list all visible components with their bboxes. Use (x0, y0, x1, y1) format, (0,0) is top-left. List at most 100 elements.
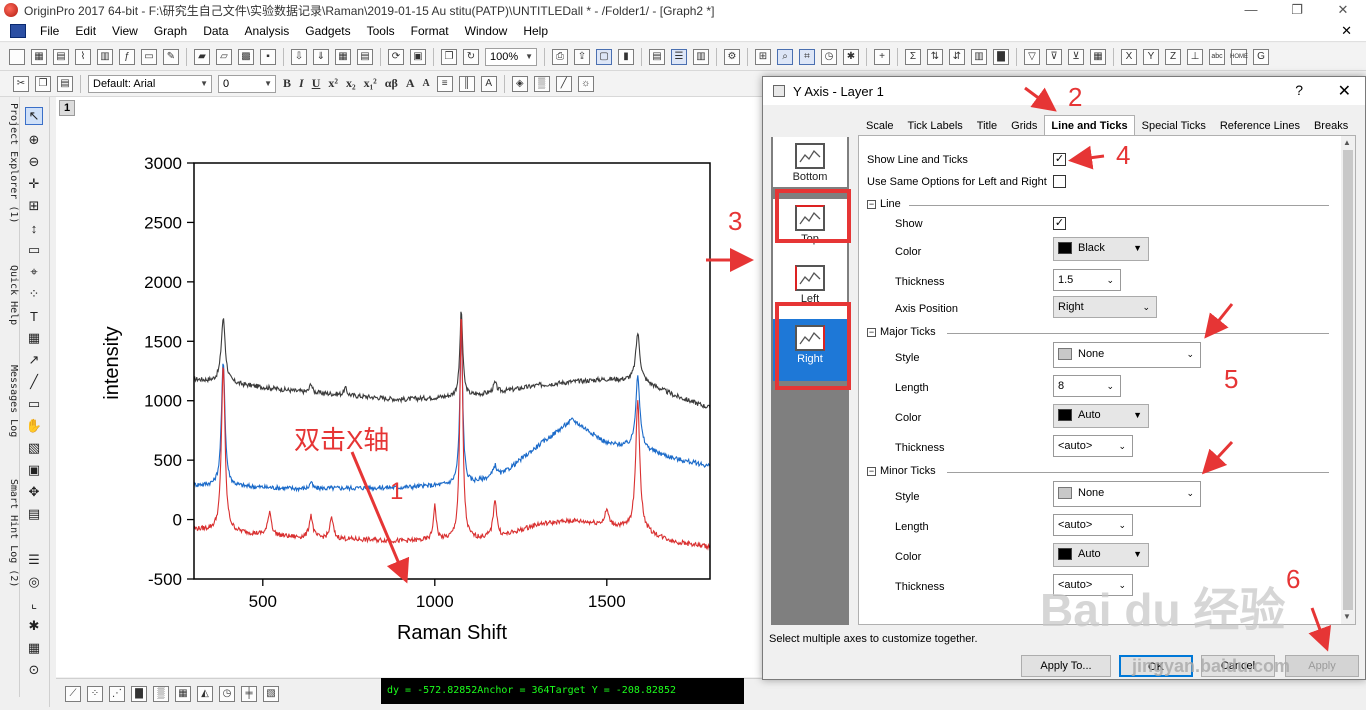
show-line-ticks-checkbox[interactable]: ✓ (1053, 153, 1066, 166)
line-show-checkbox[interactable]: ✓ (1053, 217, 1066, 230)
raman-chart[interactable]: -500 0 500 1000 1500 2000 2500 3000 500 1000 1500 R… (56, 97, 766, 677)
restore-button[interactable]: ❐ (1274, 0, 1320, 20)
scroll-down-icon[interactable]: ▼ (1343, 612, 1351, 621)
minor-style-dropdown[interactable]: None ⌄ (1053, 481, 1201, 507)
menu-tools[interactable]: Tools (359, 20, 403, 42)
menu-gadgets[interactable]: Gadgets (297, 20, 358, 42)
increase-font-button[interactable]: A (406, 76, 415, 91)
messages-log-tab[interactable]: Messages Log (1, 365, 19, 437)
apply-to-button[interactable]: Apply To... (1021, 655, 1111, 677)
quick-help-tab[interactable]: Quick Help (1, 265, 19, 325)
font-color-icon[interactable]: A (480, 75, 497, 92)
sort-desc-icon[interactable]: ⇵ (949, 48, 965, 65)
line-tool-icon[interactable]: ╱ (25, 373, 43, 391)
collapse-icon[interactable]: − (867, 199, 876, 209)
axis-item-bottom[interactable]: Bottom (773, 137, 847, 187)
tab-tick-labels[interactable]: Tick Labels (901, 115, 970, 135)
error-column-icon[interactable]: ⊥ (1187, 48, 1203, 65)
menu-graph[interactable]: Graph (146, 20, 195, 42)
child-close-icon[interactable]: ✕ (1341, 23, 1352, 39)
new-graph-icon[interactable]: ⌇ (75, 48, 91, 65)
histogram-icon[interactable]: ▇ (993, 48, 1009, 65)
area-plot-icon[interactable]: ◭ (197, 685, 213, 702)
axis-position-dropdown[interactable]: Right ⌄ (1053, 296, 1157, 318)
plus-icon[interactable]: ✱ (25, 617, 43, 635)
major-style-dropdown[interactable]: None ⌄ (1053, 342, 1201, 368)
collapse-icon[interactable]: − (867, 466, 876, 476)
timer-icon[interactable]: ◷ (821, 48, 837, 65)
brightness-icon[interactable]: ☼ (577, 75, 594, 92)
film-icon[interactable]: ▮ (618, 48, 634, 65)
dialog-close-button[interactable]: ✕ (1338, 81, 1351, 101)
sort-icon[interactable]: ⇅ (927, 48, 943, 65)
paste-icon[interactable]: ▤ (57, 75, 73, 92)
move-icon[interactable]: ✥ (25, 483, 43, 501)
import-multi-icon[interactable]: ▤ (357, 48, 373, 65)
table-tool-icon[interactable]: ▦ (25, 329, 43, 347)
help-button[interactable]: ? (1295, 82, 1303, 98)
mask-icon[interactable]: ⌖ (25, 263, 43, 281)
minimize-button[interactable]: — (1228, 0, 1274, 20)
tab-special-ticks[interactable]: Special Ticks (1135, 115, 1213, 135)
hand-icon[interactable]: ✋ (25, 417, 43, 435)
major-length-dropdown[interactable]: 8 ⌄ (1053, 375, 1121, 397)
new-project-icon[interactable] (9, 48, 25, 65)
reload-icon[interactable]: ◎ (25, 573, 43, 591)
layer-icon[interactable]: ▣ (25, 461, 43, 479)
filter-settings-icon[interactable]: ⊻ (1068, 48, 1084, 65)
axis-icon[interactable]: ⌞ (25, 595, 43, 613)
new-layout-icon[interactable]: ▭ (141, 48, 157, 65)
copy-icon[interactable]: ❐ (35, 75, 51, 92)
align-left-icon[interactable]: ≡ (436, 75, 453, 92)
pattern-plot-icon[interactable]: ▒ (153, 685, 169, 702)
save-icon[interactable]: ▪ (260, 48, 276, 65)
menu-edit[interactable]: Edit (67, 20, 104, 42)
export-icon[interactable]: ⇪ (574, 48, 590, 65)
graph-zoom-icon[interactable]: ⌕ (777, 48, 793, 65)
line-symbol-icon[interactable]: ⋰ (109, 685, 125, 702)
screen-reader-icon[interactable]: ✛ (25, 175, 43, 193)
import-wizard-icon[interactable]: ⇓ (313, 48, 329, 65)
minor-color-dropdown[interactable]: Auto ▼ (1053, 543, 1149, 567)
line-color-icon[interactable]: ╱ (555, 75, 572, 92)
text-tool-icon[interactable]: T (25, 307, 43, 325)
bold-button[interactable]: B (283, 76, 291, 91)
font-combo[interactable]: Default: Arial ▼ (88, 74, 212, 93)
major-thickness-dropdown[interactable]: <auto> ⌄ (1053, 435, 1133, 457)
major-ticks-section[interactable]: − Major Ticks (867, 326, 1337, 338)
y-column-icon[interactable]: Y (1143, 48, 1159, 65)
project-explorer-icon[interactable]: ▤ (649, 48, 665, 65)
home-icon[interactable]: HOME (1230, 48, 1248, 65)
clear-filter-icon[interactable]: ⊽ (1046, 48, 1062, 65)
abc-label-icon[interactable]: abc (1209, 48, 1225, 65)
x-column-icon[interactable]: X (1121, 48, 1137, 65)
tab-scale[interactable]: Scale (859, 115, 901, 135)
g-icon[interactable]: G (1253, 48, 1269, 65)
duplicate-icon[interactable]: ❐ (441, 48, 457, 65)
column-plot-icon[interactable]: ▇ (131, 685, 147, 702)
minor-ticks-section[interactable]: − Minor Ticks (867, 465, 1337, 477)
script-window-icon[interactable]: ▥ (693, 48, 709, 65)
project-explorer-tab[interactable]: Project Explorer (1) (1, 103, 19, 223)
draw-data-icon[interactable]: ⁘ (25, 285, 43, 303)
open-template-icon[interactable]: ▱ (216, 48, 232, 65)
rectangle-tool-icon[interactable]: ▭ (25, 395, 43, 413)
statistics-icon[interactable]: ▥ (971, 48, 987, 65)
same-options-checkbox[interactable] (1053, 175, 1066, 188)
tab-title[interactable]: Title (970, 115, 1004, 135)
region-select-icon[interactable]: ▭ (25, 241, 43, 259)
tab-grids[interactable]: Grids (1004, 115, 1044, 135)
new-function-icon[interactable]: ƒ (119, 48, 135, 65)
z-column-icon[interactable]: Z (1165, 48, 1181, 65)
subscript-button[interactable]: x₂ (346, 76, 356, 91)
zoom-in-icon[interactable]: ⊕ (25, 131, 43, 149)
batch-icon[interactable]: ▣ (410, 48, 426, 65)
new-notes-icon[interactable]: ✎ (163, 48, 179, 65)
greek-button[interactable]: αβ (385, 76, 398, 91)
import-ascii-icon[interactable]: ▦ (335, 48, 351, 65)
menu-analysis[interactable]: Analysis (237, 20, 298, 42)
group-icon[interactable]: ⊞ (755, 48, 771, 65)
data-reader-icon[interactable]: ⌗ (799, 48, 815, 65)
object-manager-icon[interactable]: ▤ (25, 505, 43, 523)
print-icon[interactable]: ⎙ (552, 48, 568, 65)
